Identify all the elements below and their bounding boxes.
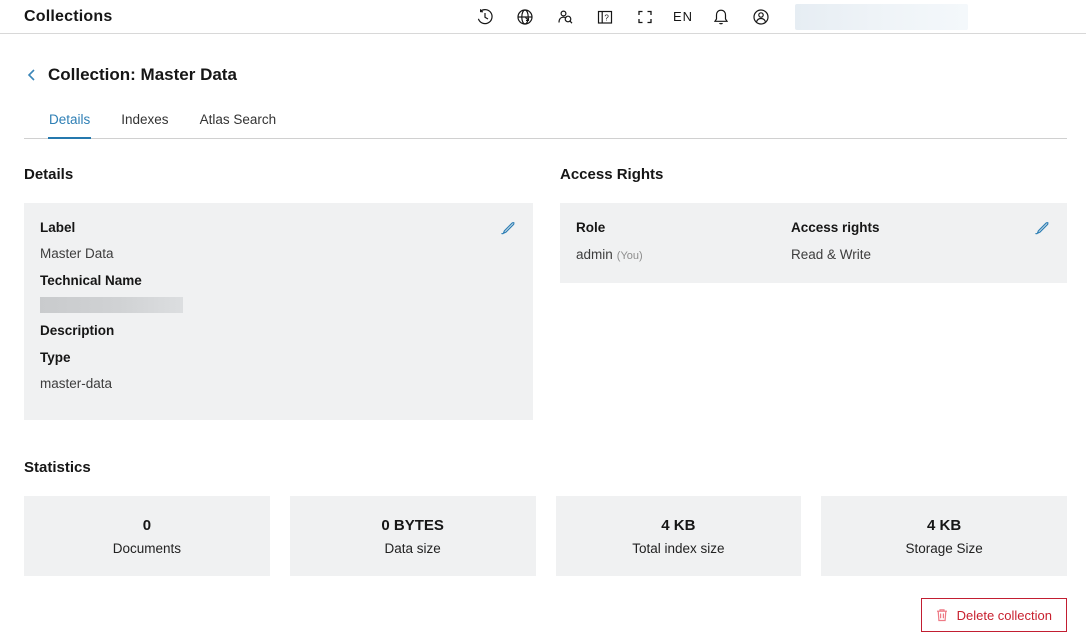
- tab-bar: Details Indexes Atlas Search: [24, 106, 1067, 139]
- notifications-icon[interactable]: [705, 2, 737, 32]
- edit-access-rights-button[interactable]: [1029, 215, 1055, 244]
- account-icon[interactable]: [745, 2, 777, 32]
- stat-card-total-index-size: 4 KB Total index size: [556, 496, 802, 576]
- tab-atlas-search[interactable]: Atlas Search: [199, 106, 278, 138]
- globe-icon[interactable]: [509, 2, 541, 32]
- access-rights-heading: Access Rights: [560, 166, 1067, 183]
- stat-card-data-size: 0 BYTES Data size: [290, 496, 536, 576]
- field-label-title: Label: [40, 219, 517, 237]
- details-heading: Details: [24, 166, 533, 183]
- field-type-title: Type: [40, 349, 517, 367]
- redacted-technical-name: [40, 297, 183, 313]
- you-suffix: (You): [617, 250, 643, 262]
- edit-details-button[interactable]: [495, 215, 521, 244]
- page-actions: Delete collection: [24, 598, 1067, 632]
- statistics-section: Statistics 0 Documents 0 BYTES Data size…: [24, 459, 1067, 576]
- stat-value: 0 BYTES: [381, 517, 444, 534]
- field-label-value: Master Data: [40, 245, 517, 263]
- language-selector[interactable]: EN: [669, 2, 697, 32]
- stat-value: 0: [143, 517, 151, 534]
- delete-collection-button[interactable]: Delete collection: [921, 598, 1067, 632]
- stat-card-storage-size: 4 KB Storage Size: [821, 496, 1067, 576]
- main-content: Collection: Master Data Details Indexes …: [0, 65, 1086, 632]
- app-title: Collections: [24, 8, 112, 26]
- stat-label: Documents: [113, 541, 181, 556]
- help-doc-icon[interactable]: ?: [589, 2, 621, 32]
- history-icon[interactable]: [469, 2, 501, 32]
- field-technical-name: Technical Name: [40, 272, 517, 313]
- back-button[interactable]: [24, 67, 40, 83]
- stat-value: 4 KB: [661, 517, 695, 534]
- details-panel: Label Master Data Technical Name Descrip…: [24, 203, 533, 420]
- field-type-value: master-data: [40, 375, 517, 393]
- svg-text:?: ?: [604, 13, 609, 22]
- stat-label: Total index size: [632, 541, 724, 556]
- statistics-heading: Statistics: [24, 459, 1067, 476]
- field-label: Label Master Data: [40, 219, 517, 263]
- field-type: Type master-data: [40, 349, 517, 393]
- tab-indexes[interactable]: Indexes: [120, 106, 169, 138]
- fullscreen-icon[interactable]: [629, 2, 661, 32]
- chevron-left-icon: [24, 67, 40, 83]
- page-head: Collection: Master Data: [24, 65, 1067, 85]
- details-section: Details Label Master Data Technical Name: [24, 166, 533, 420]
- field-description-title: Description: [40, 322, 517, 340]
- user-search-icon[interactable]: [549, 2, 581, 32]
- page-title: Collection: Master Data: [48, 65, 237, 85]
- field-technical-name-title: Technical Name: [40, 272, 517, 290]
- access-rights-column-header: Access rights: [791, 219, 1051, 237]
- pencil-icon: [499, 219, 517, 237]
- statistics-cards: 0 Documents 0 BYTES Data size 4 KB Total…: [24, 496, 1067, 576]
- trash-icon: [934, 607, 950, 623]
- top-header: Collections: [0, 0, 1086, 34]
- access-rights-table: Role Access rights admin(You) Read & Wri…: [576, 219, 1051, 265]
- access-rights-section: Access Rights Role Access rights admin(Y…: [560, 166, 1067, 283]
- header-actions: ? EN: [469, 2, 968, 32]
- stat-label: Storage Size: [905, 541, 982, 556]
- stat-label: Data size: [384, 541, 440, 556]
- field-description: Description: [40, 322, 517, 340]
- role-value: admin(You): [576, 246, 791, 265]
- redacted-username: [795, 4, 968, 30]
- tab-details[interactable]: Details: [48, 106, 91, 138]
- pencil-icon: [1033, 219, 1051, 237]
- stat-card-documents: 0 Documents: [24, 496, 270, 576]
- stat-value: 4 KB: [927, 517, 961, 534]
- access-rights-panel: Role Access rights admin(You) Read & Wri…: [560, 203, 1067, 283]
- access-rights-value: Read & Write: [791, 246, 1051, 265]
- role-column-header: Role: [576, 219, 791, 237]
- delete-collection-label: Delete collection: [957, 608, 1052, 623]
